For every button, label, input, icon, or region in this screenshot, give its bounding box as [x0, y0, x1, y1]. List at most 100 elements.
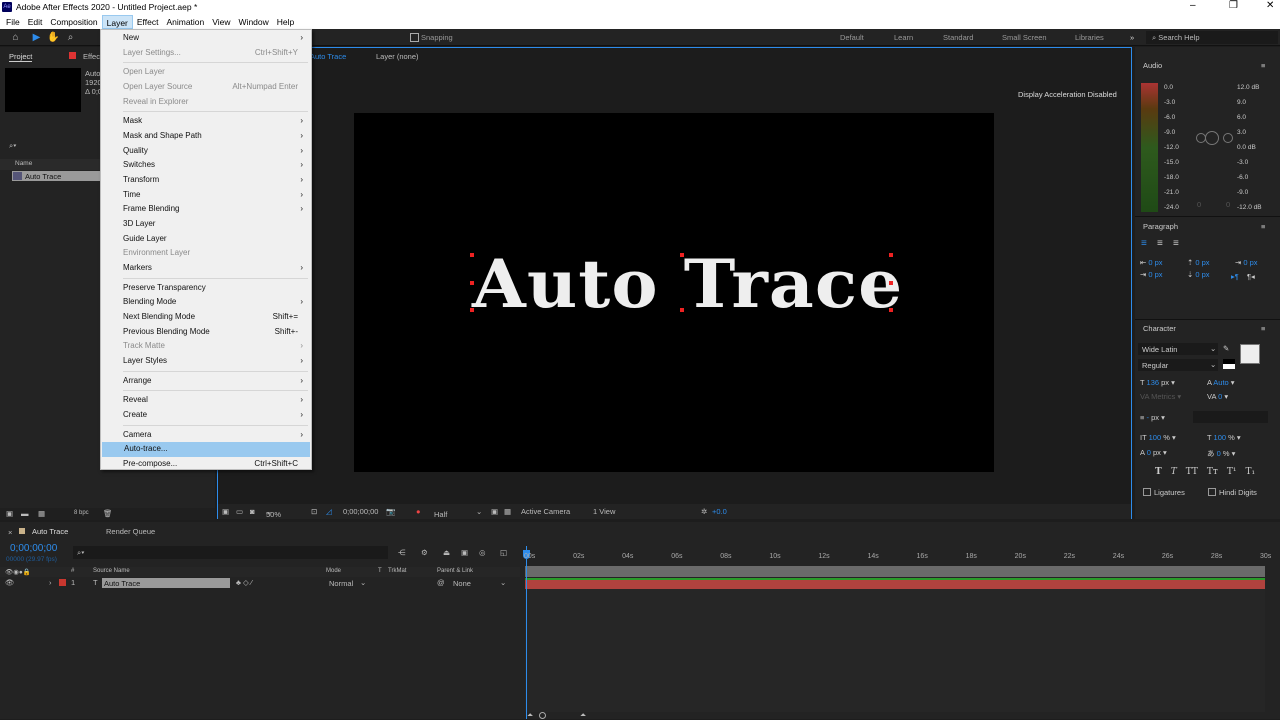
current-timecode[interactable]: 0;00;00;00: [10, 543, 57, 554]
superscript-button[interactable]: T¹: [1227, 467, 1237, 477]
menu-item-camera[interactable]: Camera ›: [101, 428, 311, 443]
menu-item-guide-layer[interactable]: Guide Layer: [101, 232, 311, 247]
tab-layer[interactable]: Layer (none): [376, 52, 419, 61]
horizontal-scale-field[interactable]: T 100 % ▾: [1207, 433, 1241, 442]
tab-project[interactable]: Project: [9, 52, 33, 62]
menu-item-arrange[interactable]: Arrange ›: [101, 374, 311, 389]
menu-item-layer-styles[interactable]: Layer Styles ›: [101, 354, 311, 369]
frame-blending-icon[interactable]: ▣: [461, 548, 468, 557]
tsume-field[interactable]: あ 0 % ▾: [1207, 448, 1235, 459]
region-icon[interactable]: ⊡: [311, 507, 317, 516]
reset-exposure-icon[interactable]: ✲: [701, 507, 707, 516]
text-layer-auto-trace[interactable]: Auto Trace: [472, 245, 903, 323]
resolution-chevron-icon[interactable]: ⌄: [476, 507, 482, 516]
pick-whip-icon[interactable]: @: [437, 578, 445, 587]
project-search-icon[interactable]: ⌕▾: [9, 141, 16, 151]
menu-item-mask[interactable]: Mask ›: [101, 114, 311, 129]
menu-item-3d-layer[interactable]: 3D Layer: [101, 217, 311, 232]
minimize-button[interactable]: –: [1190, 0, 1196, 11]
snapping-checkbox[interactable]: [410, 33, 419, 42]
column-mode[interactable]: Mode: [326, 568, 341, 574]
font-family-select[interactable]: Wide Latin ⌄: [1138, 343, 1218, 355]
exposure-value[interactable]: +0.0: [712, 507, 727, 516]
menu-item-auto-trace[interactable]: Auto-trace...: [102, 442, 310, 457]
menu-item-blending-mode[interactable]: Blending Mode ›: [101, 295, 311, 310]
draft-3d-icon[interactable]: ⚙: [421, 548, 428, 557]
tab-composition[interactable]: Auto Trace: [310, 52, 346, 61]
menu-edit[interactable]: Edit: [24, 15, 47, 29]
ltr-direction-icon[interactable]: ▸¶: [1231, 272, 1239, 281]
audio-menu-icon[interactable]: ≡: [1261, 61, 1265, 70]
fast-preview-icon[interactable]: ▣: [491, 507, 498, 516]
menu-effect[interactable]: Effect: [133, 15, 163, 29]
tab-timeline-auto-trace[interactable]: Auto Trace: [32, 527, 68, 536]
menu-file[interactable]: File: [2, 15, 24, 29]
menu-item-new[interactable]: New ›: [101, 31, 311, 46]
handle[interactable]: [470, 308, 474, 312]
workspace-learn[interactable]: Learn: [894, 33, 913, 42]
menu-help[interactable]: Help: [273, 15, 298, 29]
vertical-scale-field[interactable]: IT 100 % ▾: [1140, 433, 1176, 442]
menu-item-frame-blending[interactable]: Frame Blending ›: [101, 202, 311, 217]
menu-item-transform[interactable]: Transform ›: [101, 173, 311, 188]
workspace-small-screen[interactable]: Small Screen: [1002, 33, 1047, 42]
indent-left-field[interactable]: ⇤ 0 px: [1140, 258, 1163, 267]
menu-composition[interactable]: Composition: [46, 15, 101, 29]
faux-italic-button[interactable]: T: [1171, 467, 1177, 477]
handle[interactable]: [470, 253, 474, 257]
workspace-standard[interactable]: Standard: [943, 33, 973, 42]
faux-bold-button[interactable]: T: [1155, 467, 1162, 477]
ligatures-checkbox[interactable]: [1143, 488, 1151, 496]
close-tab-icon[interactable]: ×: [8, 528, 12, 537]
expand-chevron-icon[interactable]: ›: [49, 578, 52, 587]
baseline-shift-field[interactable]: A 0 px ▾: [1140, 448, 1167, 457]
comp-flowchart-icon[interactable]: ⋲: [398, 548, 406, 557]
space-after-field[interactable]: ⇣ 0 px: [1187, 270, 1210, 279]
layer-switches[interactable]: ♣ ◇ ⁄: [236, 578, 252, 587]
layer-row[interactable]: 👁 › 1 T Auto Trace ♣ ◇ ⁄ Normal ⌄ @ None ⌄: [0, 578, 520, 588]
menu-layer[interactable]: Layer: [101, 14, 133, 29]
hindi-digits-checkbox[interactable]: [1208, 488, 1216, 496]
selection-tool-icon[interactable]: ▶: [30, 31, 43, 44]
handle[interactable]: [889, 308, 893, 312]
align-right-icon[interactable]: ≡: [1173, 238, 1179, 249]
subscript-button[interactable]: T₁: [1246, 467, 1256, 477]
playhead[interactable]: [526, 546, 527, 719]
tracking-field[interactable]: VA 0 ▾: [1207, 392, 1228, 401]
bpc-label[interactable]: 8 bpc: [74, 510, 89, 516]
stroke-width-field[interactable]: ≡ - px ▾: [1140, 413, 1165, 422]
menu-item-pre-compose[interactable]: Pre-compose... Ctrl+Shift+C: [101, 457, 311, 472]
graph-editor-icon[interactable]: ◱: [500, 548, 507, 557]
new-folder-icon[interactable]: ▬: [21, 509, 29, 518]
indent-right-field[interactable]: ⇥ 0 px: [1140, 270, 1163, 279]
search-help-input[interactable]: ⌕ Search Help: [1146, 31, 1278, 44]
workspace-libraries[interactable]: Libraries: [1075, 33, 1104, 42]
new-composition-icon[interactable]: ▦: [38, 509, 45, 518]
menu-item-time[interactable]: Time ›: [101, 188, 311, 203]
zoom-select[interactable]: 50% ⌄: [266, 507, 281, 519]
maximize-button[interactable]: ❐: [1229, 0, 1238, 11]
leading-field[interactable]: A Auto ▾: [1207, 378, 1235, 387]
visibility-eye-icon[interactable]: 👁: [5, 578, 15, 587]
handle[interactable]: [680, 308, 684, 312]
stroke-type-select[interactable]: [1193, 411, 1268, 423]
home-icon[interactable]: ⌂: [9, 31, 22, 44]
parent-select[interactable]: None ⌄: [450, 578, 510, 588]
character-menu-icon[interactable]: ≡: [1261, 324, 1265, 333]
layer-name-field[interactable]: Auto Trace: [102, 578, 230, 588]
tab-render-queue[interactable]: Render Queue: [106, 527, 155, 536]
interpret-footage-icon[interactable]: ▣: [6, 509, 13, 518]
vr-icon[interactable]: ◙: [250, 507, 255, 516]
handle[interactable]: [680, 253, 684, 257]
layer-label-color[interactable]: [59, 579, 66, 586]
zoom-tool-icon[interactable]: ⌕: [64, 31, 77, 44]
eyedropper-icon[interactable]: ✎: [1223, 344, 1229, 353]
more-workspaces-icon[interactable]: »: [1130, 33, 1134, 42]
blend-mode-select[interactable]: Normal ⌄: [326, 578, 370, 588]
audio-slider-right[interactable]: [1223, 133, 1233, 143]
small-caps-button[interactable]: Tт: [1207, 467, 1218, 477]
black-white-swatch[interactable]: [1223, 359, 1235, 369]
channel-icon[interactable]: ●: [416, 507, 421, 516]
menu-window[interactable]: Window: [235, 15, 273, 29]
menu-view[interactable]: View: [208, 15, 234, 29]
